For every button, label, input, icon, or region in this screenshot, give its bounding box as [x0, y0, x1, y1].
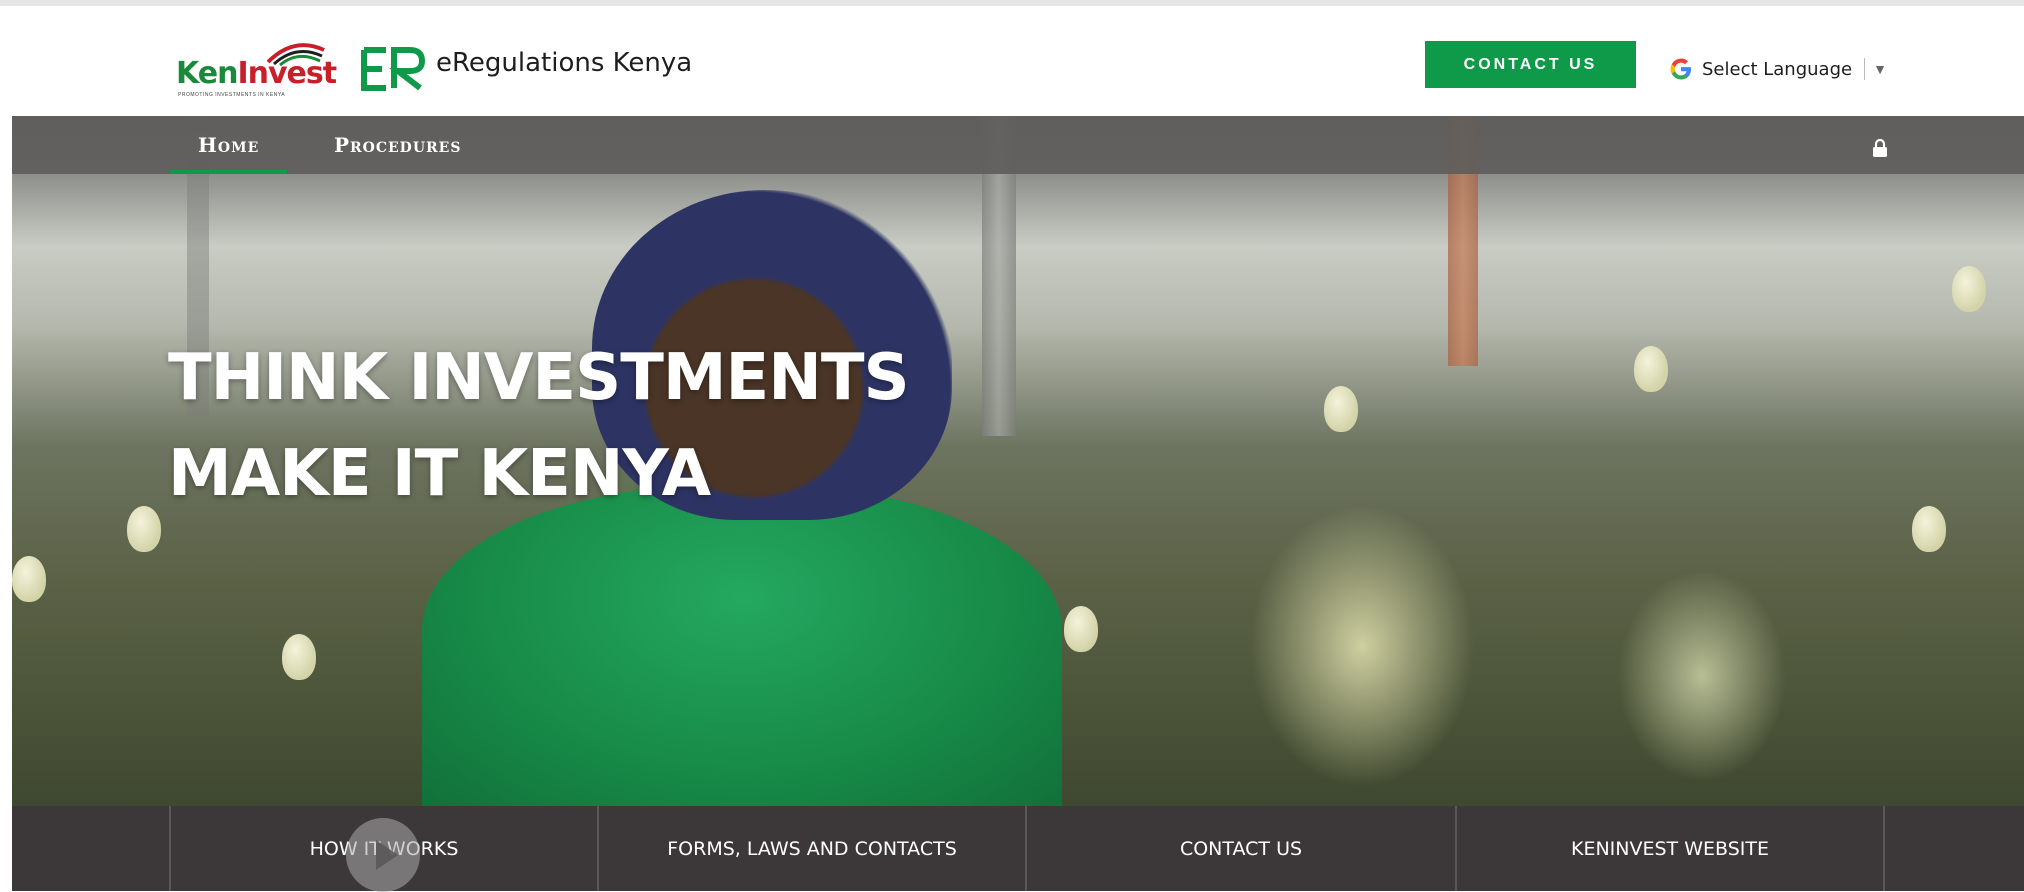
left-gutter [0, 116, 12, 891]
site-name[interactable]: eRegulations Kenya [436, 48, 692, 78]
contact-us-link[interactable]: CONTACT US [1027, 806, 1455, 891]
rose-bud [127, 506, 161, 552]
language-divider [1864, 58, 1866, 80]
main-navigation: Home Procedures [12, 116, 2024, 174]
language-selector[interactable]: Select Language ▼ [1668, 52, 1887, 86]
rose-bud [1634, 346, 1668, 392]
nav-procedures[interactable]: Procedures [334, 116, 461, 174]
play-icon[interactable] [346, 818, 420, 892]
rose-bud [1064, 606, 1098, 652]
language-label: Select Language [1702, 58, 1853, 80]
bottom-link-bar: HOW IT WORKS FORMS, LAWS AND CONTACTS CO… [12, 806, 2024, 891]
worker-figure [422, 486, 1062, 806]
rose-bud [12, 556, 46, 602]
nav-home-label: Home [198, 133, 260, 157]
keninvest-website-link[interactable]: KENINVEST WEBSITE [1457, 806, 1883, 891]
nav-home[interactable]: Home [170, 116, 288, 174]
rose-bud [1952, 266, 1986, 312]
forms-laws-contacts-link[interactable]: FORMS, LAWS AND CONTACTS [599, 806, 1025, 891]
dropdown-arrow-icon: ▼ [1873, 61, 1887, 77]
google-g-icon [1670, 58, 1691, 80]
keninvest-logo[interactable]: KenInvest PROMOTING INVESTMENTS IN KENYA [176, 36, 337, 100]
eregulations-logo-icon[interactable] [360, 46, 426, 92]
logo-wordmark: KenInvest [176, 56, 337, 91]
site-header: KenInvest PROMOTING INVESTMENTS IN KENYA… [0, 6, 2024, 116]
bottom-bar-divider [1883, 806, 1885, 891]
hero-line-2: MAKE IT KENYA [168, 437, 711, 511]
contact-us-button[interactable]: CONTACT US [1425, 41, 1636, 88]
hero-line-1: THINK INVESTMENTS [168, 341, 910, 415]
rose-bud [1324, 386, 1358, 432]
logo-tagline: PROMOTING INVESTMENTS IN KENYA [178, 92, 286, 98]
active-tab-indicator [170, 170, 288, 174]
rose-bud [1912, 506, 1946, 552]
lock-icon[interactable] [1870, 138, 1890, 158]
hero-headline: THINK INVESTMENTS MAKE IT KENYA [168, 330, 910, 522]
rose-bud [282, 634, 316, 680]
